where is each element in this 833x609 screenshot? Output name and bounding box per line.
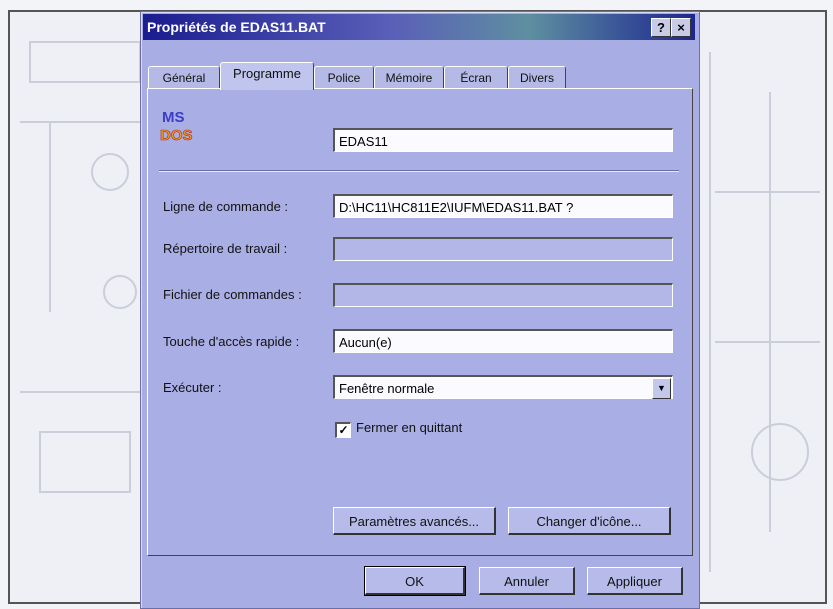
chevron-down-icon[interactable]: ▼ [652, 378, 671, 399]
apply-button[interactable]: Appliquer [587, 567, 683, 595]
ok-button[interactable]: OK [364, 566, 466, 596]
run-select-value: Fenêtre normale [339, 381, 435, 396]
title-bar[interactable]: Propriétés de EDAS11.BAT ? × [143, 14, 695, 40]
command-line-label: Ligne de commande : [163, 199, 289, 214]
shortcut-key-input[interactable]: Aucun(e) [333, 329, 673, 353]
tab-memoire[interactable]: Mémoire [374, 66, 444, 89]
close-button[interactable]: × [671, 18, 691, 37]
help-button[interactable]: ? [651, 18, 671, 37]
close-on-exit-checkbox[interactable]: ✓ [335, 422, 351, 438]
programme-panel: MS DOS EDAS11 Ligne de commande : D:\HC1… [147, 88, 693, 556]
dialog-title: Propriétés de EDAS11.BAT [147, 19, 326, 35]
cancel-button[interactable]: Annuler [479, 567, 575, 595]
advanced-settings-button[interactable]: Paramètres avancés... [333, 507, 496, 535]
ms-dos-icon-top: MS [162, 109, 185, 126]
tab-general[interactable]: Général [148, 66, 220, 89]
ms-dos-icon-bottom: DOS [160, 127, 193, 143]
working-dir-label: Répertoire de travail : [163, 241, 288, 256]
tab-programme[interactable]: Programme [220, 62, 314, 90]
shortcut-key-label: Touche d'accès rapide : [163, 334, 300, 349]
ms-dos-icon: MS DOS [160, 109, 193, 143]
run-label: Exécuter : [163, 380, 222, 395]
batch-file-input[interactable] [333, 283, 673, 307]
separator-top [159, 170, 679, 172]
program-name-input[interactable]: EDAS11 [333, 128, 673, 152]
working-dir-input[interactable] [333, 237, 673, 261]
command-line-input[interactable]: D:\HC11\HC811E2\IUFM\EDAS11.BAT ? [333, 194, 673, 218]
tab-police[interactable]: Police [314, 66, 374, 89]
tab-ecran[interactable]: Écran [444, 66, 508, 89]
batch-file-label: Fichier de commandes : [163, 287, 302, 302]
tab-divers[interactable]: Divers [508, 66, 566, 89]
properties-dialog: Propriétés de EDAS11.BAT ? × Général Pro… [140, 11, 700, 609]
change-icon-button[interactable]: Changer d'icône... [508, 507, 671, 535]
run-select[interactable]: Fenêtre normale ▼ [333, 375, 673, 399]
close-on-exit-label[interactable]: Fermer en quittant [356, 420, 462, 435]
